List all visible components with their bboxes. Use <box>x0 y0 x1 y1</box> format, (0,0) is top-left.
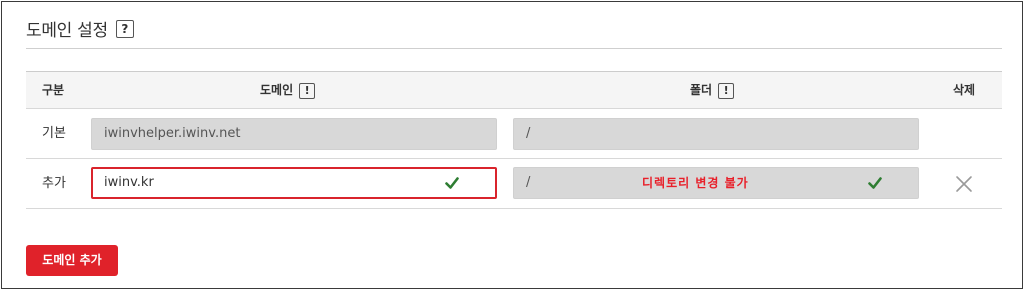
folder-value: / <box>526 175 531 190</box>
folder-locked-note: 디렉토리 변경 불가 <box>642 176 749 190</box>
folder-field-readonly: / 디렉토리 변경 불가 <box>513 167 919 199</box>
table-row: 추가 iwinv.kr / 디렉토리 변경 불가 <box>26 159 1002 209</box>
domain-field-readonly: iwinvhelper.iwinv.net <box>91 118 497 150</box>
domain-table: 구분 도메인 ! 폴더 ! 삭제 기본 iwinvhelper.iwinv.ne… <box>26 71 1002 209</box>
domain-input-value: iwinv.kr <box>104 175 154 190</box>
check-icon <box>868 176 882 190</box>
question-icon[interactable]: ? <box>115 19 134 38</box>
domain-settings-panel: 도메인 설정 ? 구분 도메인 ! 폴더 ! 삭제 기본 iwinvhelper… <box>1 1 1023 289</box>
domain-input[interactable]: iwinv.kr <box>91 167 497 199</box>
exclamation-icon[interactable]: ! <box>718 82 735 99</box>
table-row: 기본 iwinvhelper.iwinv.net / <box>26 109 1002 159</box>
column-header-delete: 삭제 <box>953 83 976 97</box>
add-domain-button[interactable]: 도메인 추가 <box>26 245 118 276</box>
column-header-type: 구분 <box>42 83 65 97</box>
section-header: 도메인 설정 ? <box>26 16 134 41</box>
folder-field-readonly: / <box>513 118 919 150</box>
page-title: 도메인 설정 <box>26 21 108 41</box>
row-type-label: 추가 <box>42 176 66 191</box>
check-icon <box>445 176 459 190</box>
divider <box>26 48 1002 49</box>
column-header-domain: 도메인 ! <box>260 72 316 109</box>
close-icon[interactable] <box>955 175 973 193</box>
table-header: 구분 도메인 ! 폴더 ! 삭제 <box>26 71 1002 109</box>
exclamation-icon[interactable]: ! <box>299 82 316 99</box>
row-type-label: 기본 <box>42 126 66 141</box>
column-header-folder: 폴더 ! <box>690 72 735 109</box>
